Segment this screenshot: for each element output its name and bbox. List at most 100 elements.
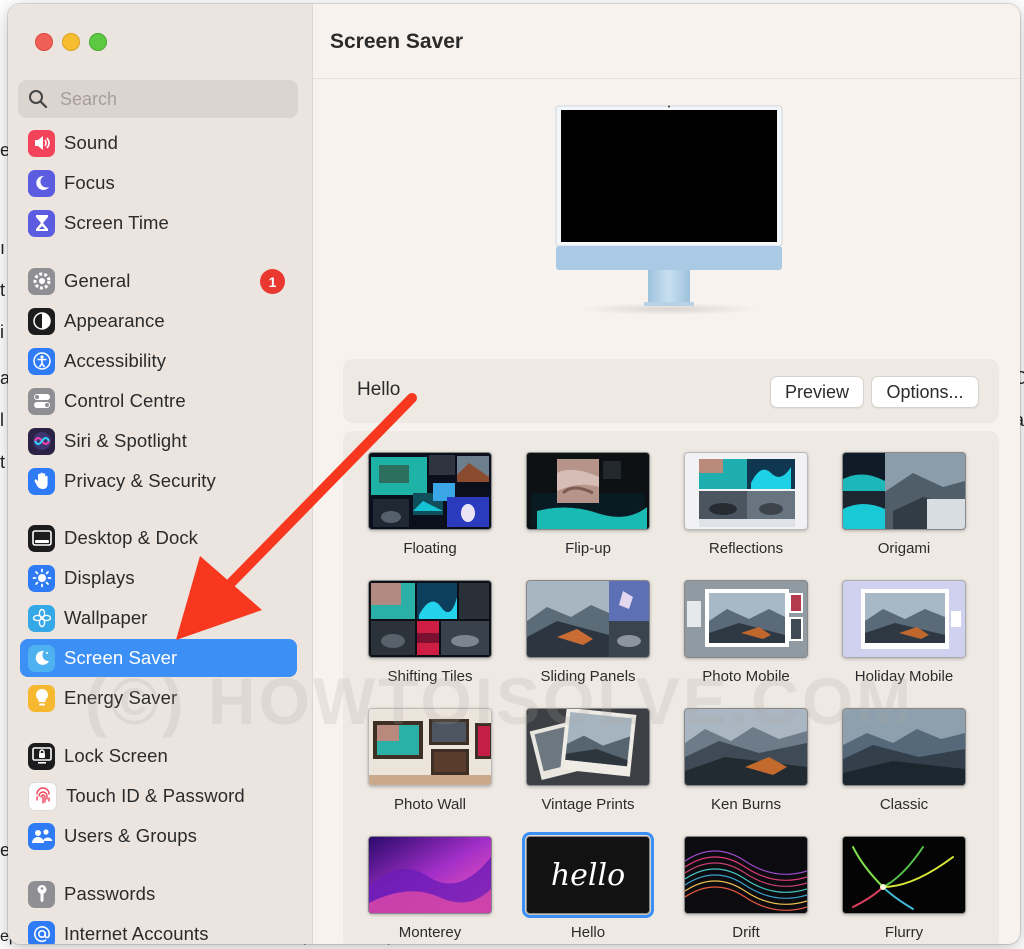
- search-icon: [29, 90, 48, 109]
- saver-label: Shifting Tiles: [387, 668, 473, 685]
- sidebar-item-label: Wallpaper: [64, 607, 148, 628]
- sidebar-item-label: Desktop & Dock: [64, 527, 199, 548]
- sidebar-item-appearance[interactable]: Appearance: [20, 302, 297, 340]
- sidebar-item-label: Siri & Spotlight: [64, 430, 187, 451]
- sidebar-item-screen-saver[interactable]: Screen Saver: [20, 639, 297, 677]
- saver-thumbnail: [368, 836, 492, 914]
- saver-thumbnail: [368, 708, 492, 786]
- sidebar-item-general[interactable]: General 1: [20, 262, 297, 300]
- saver-label: Flip-up: [565, 540, 611, 557]
- toggles-icon: [28, 387, 55, 415]
- saver-thumbnail: hello: [522, 832, 654, 918]
- saver-label: Ken Burns: [710, 796, 782, 813]
- sidebar-item-label: Internet Accounts: [64, 923, 209, 944]
- sidebar-item-label: Passwords: [64, 883, 156, 904]
- lock-screen-icon: [28, 742, 55, 770]
- saver-tile-classic[interactable]: Classic: [842, 708, 966, 813]
- saver-tile-photo-mobile[interactable]: Photo Mobile: [684, 580, 808, 685]
- saver-label: Drift: [732, 924, 760, 941]
- search-input[interactable]: [58, 87, 282, 111]
- saver-tile-reflections[interactable]: Reflections: [684, 452, 808, 557]
- hand-icon: [28, 467, 55, 495]
- hello-text: hello: [551, 858, 625, 893]
- saver-tile-holiday-mobile[interactable]: Holiday Mobile: [842, 580, 966, 685]
- saver-label: Vintage Prints: [541, 796, 635, 813]
- saver-tile-origami[interactable]: Origami: [842, 452, 966, 557]
- saver-label: Hello: [570, 924, 606, 941]
- saver-tile-photo-wall[interactable]: Photo Wall: [368, 708, 492, 813]
- saver-thumbnail: [526, 708, 650, 786]
- current-saver-name: Hello: [357, 379, 401, 400]
- key-icon: [28, 880, 55, 908]
- divider: [313, 78, 1020, 79]
- accessibility-icon: [28, 347, 55, 375]
- saver-tile-flurry[interactable]: Flurry: [842, 836, 966, 941]
- speaker-icon: [28, 129, 55, 157]
- sidebar-item-internet-accounts[interactable]: Internet Accounts: [20, 915, 297, 944]
- saver-label: Floating: [403, 540, 457, 557]
- sidebar-item-label: Screen Saver: [64, 647, 178, 668]
- sidebar-item-passwords[interactable]: Passwords: [20, 875, 297, 913]
- sidebar-item-wallpaper[interactable]: Wallpaper: [20, 599, 297, 637]
- sidebar-item-desktop-dock[interactable]: Desktop & Dock: [20, 519, 297, 557]
- saver-label: Reflections: [708, 540, 784, 557]
- saver-tile-sliding-panels[interactable]: Sliding Panels: [526, 580, 650, 685]
- saver-tile-drift[interactable]: Drift: [684, 836, 808, 941]
- saver-label: Flurry: [884, 924, 924, 941]
- sidebar-item-label: Lock Screen: [64, 745, 168, 766]
- siri-icon: [28, 427, 55, 455]
- saver-thumbnail: [526, 452, 650, 530]
- saver-label: Photo Mobile: [702, 668, 790, 685]
- saver-tile-monterey[interactable]: Monterey: [368, 836, 492, 941]
- appearance-icon: [28, 307, 55, 335]
- sun-icon: [28, 564, 55, 592]
- saver-label: Sliding Panels: [540, 668, 636, 685]
- notification-badge: 1: [260, 269, 285, 294]
- search-field[interactable]: [18, 80, 298, 118]
- sidebar-item-users-groups[interactable]: Users & Groups: [20, 817, 297, 855]
- sidebar-item-focus[interactable]: Focus: [20, 164, 297, 202]
- sidebar-item-lock-screen[interactable]: Lock Screen: [20, 737, 297, 775]
- sidebar: Sound Focus Screen Time General 1: [8, 4, 313, 944]
- sidebar-item-label: Appearance: [64, 310, 165, 331]
- saver-thumbnail: [684, 580, 808, 658]
- saver-thumbnail: [684, 836, 808, 914]
- sidebar-item-displays[interactable]: Displays: [20, 559, 297, 597]
- hourglass-icon: [28, 209, 55, 237]
- saver-tile-hello[interactable]: hello Hello: [522, 832, 654, 941]
- sidebar-item-privacy-security[interactable]: Privacy & Security: [20, 462, 297, 500]
- zoom-button[interactable]: [89, 33, 107, 51]
- sidebar-item-touch-id[interactable]: Touch ID & Password: [20, 777, 297, 815]
- sidebar-item-screen-time[interactable]: Screen Time: [20, 204, 297, 242]
- sidebar-item-label: Sound: [64, 132, 118, 153]
- saver-tile-vintage-prints[interactable]: Vintage Prints: [526, 708, 650, 813]
- at-icon: [28, 920, 55, 944]
- saver-thumbnail: [684, 452, 808, 530]
- imac-preview: [555, 105, 783, 314]
- sidebar-item-label: Displays: [64, 567, 135, 588]
- saver-label: Classic: [879, 796, 929, 813]
- sidebar-item-sound[interactable]: Sound: [20, 124, 297, 162]
- saver-thumbnail: [368, 452, 492, 530]
- saver-tile-floating[interactable]: Floating: [368, 452, 492, 557]
- options-button[interactable]: Options...: [871, 376, 979, 408]
- saver-label: Origami: [877, 540, 931, 557]
- sidebar-item-label: General: [64, 270, 131, 291]
- sidebar-item-energy-saver[interactable]: Energy Saver: [20, 679, 297, 717]
- saver-tile-ken-burns[interactable]: Ken Burns: [684, 708, 808, 813]
- sidebar-item-label: Control Centre: [64, 390, 186, 411]
- sidebar-item-control-centre[interactable]: Control Centre: [20, 382, 297, 420]
- main-pane: Screen Saver Hello Preview Options... Fl…: [313, 4, 1020, 944]
- fingerprint-icon: [28, 781, 57, 811]
- saver-thumbnail: [842, 452, 966, 530]
- preview-button[interactable]: Preview: [770, 376, 864, 408]
- sidebar-item-label: Focus: [64, 172, 115, 193]
- saver-tile-flip-up[interactable]: Flip-up: [526, 452, 650, 557]
- saver-thumbnail: [526, 580, 650, 658]
- saver-label: Monterey: [398, 924, 462, 941]
- close-button[interactable]: [35, 33, 53, 51]
- sidebar-item-accessibility[interactable]: Accessibility: [20, 342, 297, 380]
- sidebar-item-siri-spotlight[interactable]: Siri & Spotlight: [20, 422, 297, 460]
- saver-tile-shifting-tiles[interactable]: Shifting Tiles: [368, 580, 492, 685]
- minimize-button[interactable]: [62, 33, 80, 51]
